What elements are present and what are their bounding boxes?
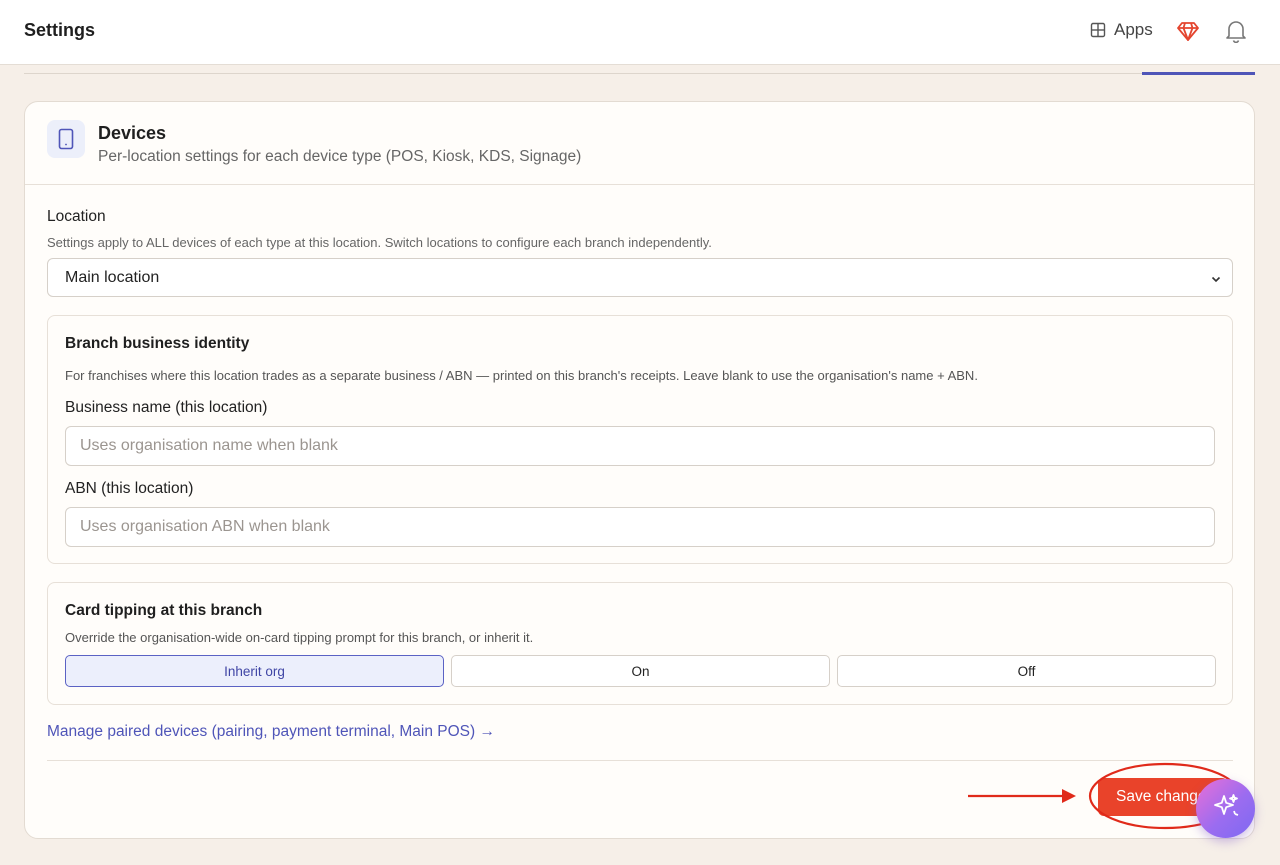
assistant-fab[interactable] xyxy=(1196,779,1255,838)
location-selected-value: Main location xyxy=(65,268,160,286)
active-tab-indicator xyxy=(1142,72,1255,75)
branch-identity-title: Branch business identity xyxy=(65,335,250,352)
bell-icon[interactable] xyxy=(1225,19,1247,48)
card-subtitle: Per-location settings for each device ty… xyxy=(98,148,582,165)
tab-divider xyxy=(24,73,1255,74)
annotation-arrow xyxy=(968,789,1076,803)
chevron-down-icon xyxy=(1210,272,1222,290)
location-select[interactable]: Main location xyxy=(47,258,1233,297)
location-help: Settings apply to ALL devices of each ty… xyxy=(47,235,712,250)
grid-icon xyxy=(1090,22,1106,38)
card-tipping-panel: Card tipping at this branch Override the… xyxy=(47,582,1233,705)
tipping-option-on[interactable]: On xyxy=(451,655,830,687)
card-tipping-help: Override the organisation-wide on-card t… xyxy=(65,630,534,645)
tipping-option-off[interactable]: Off xyxy=(837,655,1216,687)
card-footer-divider xyxy=(47,760,1233,761)
location-label: Location xyxy=(47,208,106,225)
page-title: Settings xyxy=(24,20,96,40)
apps-button[interactable]: Apps xyxy=(1090,20,1153,40)
card-tipping-title: Card tipping at this branch xyxy=(65,602,263,619)
apps-label: Apps xyxy=(1114,20,1153,39)
business-name-label: Business name (this location) xyxy=(65,399,268,416)
branch-identity-panel: Branch business identity For franchises … xyxy=(47,315,1233,564)
top-bar: Settings Apps xyxy=(0,0,1280,65)
abn-input[interactable] xyxy=(65,507,1215,547)
manage-paired-devices-link[interactable]: Manage paired devices (pairing, payment … xyxy=(47,723,495,741)
sparkle-icon xyxy=(1212,792,1240,825)
card-title: Devices xyxy=(98,123,167,143)
business-name-input[interactable] xyxy=(65,426,1215,466)
gem-icon[interactable] xyxy=(1177,20,1199,47)
branch-identity-help: For franchises where this location trade… xyxy=(65,368,978,383)
tipping-option-inherit[interactable]: Inherit org xyxy=(65,655,444,687)
tablet-icon xyxy=(47,120,85,158)
devices-card: Devices Per-location settings for each d… xyxy=(24,101,1255,839)
card-header: Devices Per-location settings for each d… xyxy=(25,102,1254,185)
abn-label: ABN (this location) xyxy=(65,480,194,497)
